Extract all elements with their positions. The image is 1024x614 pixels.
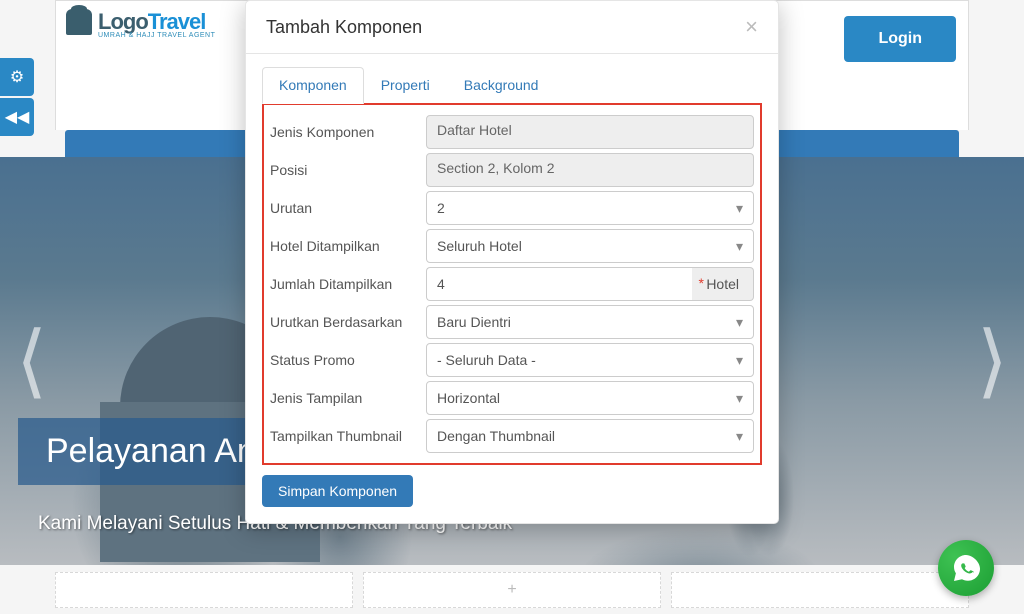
jenis-komponen-value: Daftar Hotel	[426, 115, 754, 149]
chevron-down-icon: ▾	[736, 314, 743, 331]
tab-background[interactable]: Background	[447, 67, 556, 104]
close-icon: ×	[745, 14, 758, 39]
hotel-select[interactable]: Seluruh Hotel ▾	[426, 229, 754, 263]
form-highlight-frame: Jenis Komponen Daftar Hotel Posisi Secti…	[262, 103, 762, 465]
tab-komponen[interactable]: Komponen	[262, 67, 364, 104]
chevron-down-icon: ▾	[736, 238, 743, 255]
urutan-value: 2	[437, 200, 445, 216]
hotel-value: Seluruh Hotel	[437, 238, 522, 254]
chevron-down-icon: ▾	[736, 428, 743, 445]
jumlah-input[interactable]	[426, 267, 692, 301]
urutan-label: Urutan	[270, 194, 426, 222]
modal-title: Tambah Komponen	[266, 17, 422, 38]
posisi-value: Section 2, Kolom 2	[426, 153, 754, 187]
jenis-komponen-label: Jenis Komponen	[270, 118, 426, 146]
modal-close-button[interactable]: ×	[745, 16, 758, 38]
tab-properti[interactable]: Properti	[364, 67, 447, 104]
jumlah-label: Jumlah Ditampilkan	[270, 270, 426, 298]
tampilan-label: Jenis Tampilan	[270, 384, 426, 412]
hotel-label: Hotel Ditampilkan	[270, 232, 426, 260]
promo-label: Status Promo	[270, 346, 426, 374]
promo-select[interactable]: - Seluruh Data - ▾	[426, 343, 754, 377]
urutkan-select[interactable]: Baru Dientri ▾	[426, 305, 754, 339]
chevron-down-icon: ▾	[736, 200, 743, 217]
urutkan-label: Urutkan Berdasarkan	[270, 308, 426, 336]
whatsapp-icon	[950, 552, 982, 584]
chevron-down-icon: ▾	[736, 390, 743, 407]
required-indicator: *	[699, 275, 704, 291]
thumbnail-value: Dengan Thumbnail	[437, 428, 555, 444]
modal-tabs: Komponen Properti Background	[262, 66, 762, 104]
urutan-select[interactable]: 2 ▾	[426, 191, 754, 225]
tampilan-value: Horizontal	[437, 390, 500, 406]
thumbnail-label: Tampilkan Thumbnail	[270, 422, 426, 450]
whatsapp-fab[interactable]	[938, 540, 994, 596]
urutkan-value: Baru Dientri	[437, 314, 511, 330]
thumbnail-select[interactable]: Dengan Thumbnail ▾	[426, 419, 754, 453]
modal-tambah-komponen: Tambah Komponen × Komponen Properti Back…	[245, 0, 779, 524]
tampilan-select[interactable]: Horizontal ▾	[426, 381, 754, 415]
chevron-down-icon: ▾	[736, 352, 743, 369]
posisi-label: Posisi	[270, 156, 426, 184]
simpan-komponen-button[interactable]: Simpan Komponen	[262, 475, 413, 507]
promo-value: - Seluruh Data -	[437, 352, 536, 368]
